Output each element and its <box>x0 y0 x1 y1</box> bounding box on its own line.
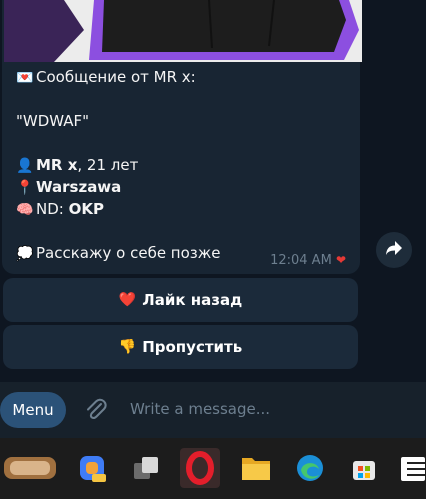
share-icon <box>385 240 403 260</box>
thought-bubble-icon: 💭 <box>16 246 34 262</box>
love-letter-icon: 💌 <box>16 70 34 86</box>
message-composer: Menu Write a message... <box>0 382 426 438</box>
nd-value: OKP <box>68 200 104 218</box>
copilot-icon[interactable] <box>72 448 112 488</box>
menu-button[interactable]: Menu <box>0 392 66 428</box>
pin-icon: 📍 <box>16 180 34 196</box>
edge-icon[interactable] <box>290 448 330 488</box>
heart-icon: ❤️ <box>118 292 137 308</box>
share-button[interactable] <box>376 232 412 268</box>
thumbs-down-icon: 👎 <box>118 339 137 355</box>
heart-reaction-icon[interactable]: ❤ <box>336 253 346 267</box>
message-input[interactable]: Write a message... <box>130 400 270 418</box>
skip-label: Пропустить <box>142 338 243 356</box>
like-back-label: Лайк назад <box>142 291 243 309</box>
about-text: Расскажу о себе позже <box>36 244 221 262</box>
like-back-button[interactable]: ❤️ Лайк назад <box>3 278 358 322</box>
sender-age: , 21 лет <box>77 156 139 174</box>
paperclip-icon[interactable] <box>84 397 108 423</box>
message-quote: "WDWAF" <box>16 112 90 130</box>
store-icon[interactable] <box>344 448 384 488</box>
sender-city: Warszawa <box>36 178 122 196</box>
message-bubble: 💌 Сообщение от MR x: "WDWAF" 👤 MR x, 21 ле… <box>2 0 362 274</box>
person-icon: 👤 <box>16 158 34 174</box>
sender-name: MR x <box>36 156 78 174</box>
weather-widget[interactable] <box>0 448 60 488</box>
message-header: Сообщение от MR x: <box>36 68 196 86</box>
app-icon[interactable] <box>398 448 426 488</box>
nd-label: ND: <box>36 200 69 218</box>
skip-button[interactable]: 👎 Пропустить <box>3 325 358 369</box>
taskbar <box>0 438 426 499</box>
task-view-icon[interactable] <box>126 448 166 488</box>
message-time: 12:04 AM <box>270 253 332 268</box>
brain-icon: 🧠 <box>16 202 34 218</box>
file-explorer-icon[interactable] <box>236 448 276 488</box>
chat-area: 💌 Сообщение от MR x: "WDWAF" 👤 MR x, 21 ле… <box>0 0 426 382</box>
message-meta: 12:04 AM ❤ <box>270 253 346 268</box>
opera-icon[interactable] <box>180 448 220 488</box>
menu-label: Menu <box>12 401 54 419</box>
profile-photo[interactable] <box>4 0 362 62</box>
